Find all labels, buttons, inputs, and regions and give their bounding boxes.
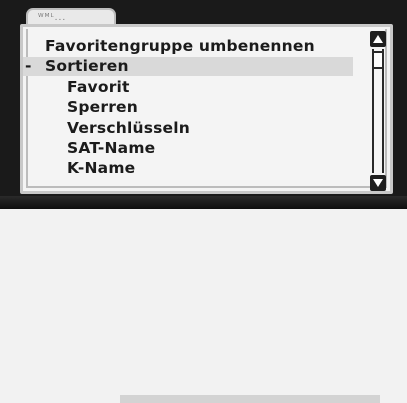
menu-item-sortieren-label: Sortieren bbox=[45, 57, 129, 75]
scrollbar[interactable] bbox=[369, 31, 387, 191]
bottom-bar bbox=[120, 395, 380, 403]
tab-label: ᵂᴹᴸ... bbox=[38, 13, 67, 23]
menu-item-sortieren[interactable]: - Sortieren bbox=[23, 57, 353, 76]
expanded-marker: - bbox=[25, 57, 32, 75]
scroll-thumb[interactable] bbox=[372, 51, 384, 69]
scroll-up-button[interactable] bbox=[370, 31, 386, 47]
menu-item-verschluesseln[interactable]: Verschlüsseln bbox=[67, 119, 190, 137]
menu-item-favorit[interactable]: Favorit bbox=[67, 78, 130, 96]
triangle-down-icon bbox=[373, 179, 383, 187]
triangle-up-icon bbox=[373, 35, 383, 43]
scroll-down-button[interactable] bbox=[370, 175, 386, 191]
menu-item-sperren[interactable]: Sperren bbox=[67, 98, 138, 116]
menu-item-favoritengruppe-umbenennen[interactable]: Favoritengruppe umbenennen bbox=[45, 37, 315, 55]
bottom-strip bbox=[0, 196, 407, 403]
menu-item-k-name[interactable]: K-Name bbox=[67, 159, 135, 177]
menu-item-sat-name[interactable]: SAT-Name bbox=[67, 139, 155, 157]
menu-panel: Favoritengruppe umbenennen - Sortieren F… bbox=[20, 24, 393, 194]
